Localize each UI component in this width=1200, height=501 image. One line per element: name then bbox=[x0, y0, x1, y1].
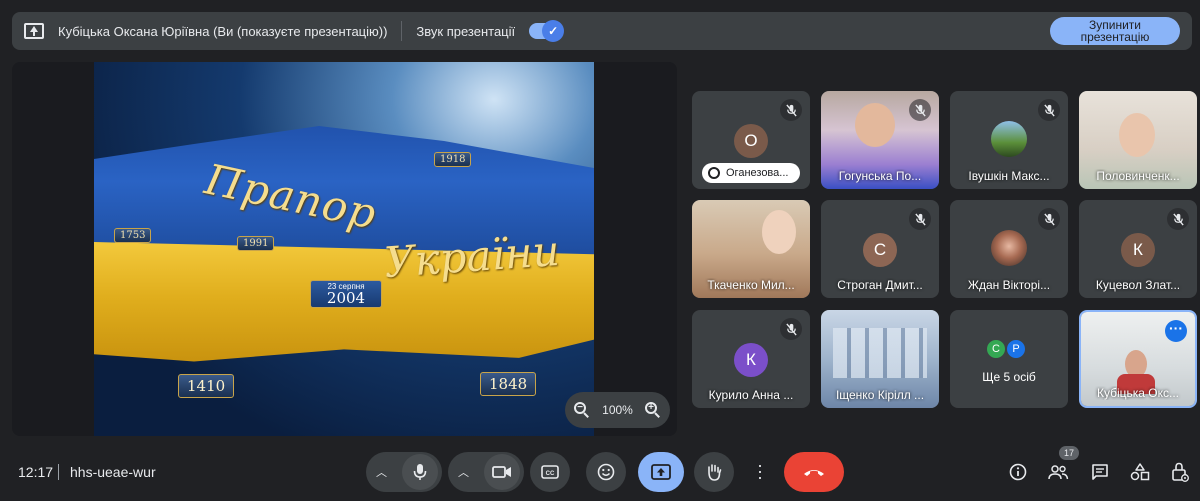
presenting-bar: Кубіцька Оксана Юріївна (Ви (показуєте п… bbox=[12, 12, 1192, 50]
year-plaque: 1753 bbox=[114, 228, 152, 243]
date-plaque-year: 2004 bbox=[326, 289, 366, 307]
participant-tile[interactable]: К Курило Анна ... bbox=[692, 310, 810, 408]
chat-icon[interactable] bbox=[1088, 460, 1112, 484]
participant-name: Куцевол Злат... bbox=[1095, 278, 1181, 292]
participant-tile[interactable]: Половинченк... bbox=[1079, 91, 1197, 189]
participant-face bbox=[855, 103, 895, 147]
phone-hangup-icon bbox=[804, 470, 824, 476]
mic-off-icon bbox=[780, 318, 802, 340]
zoom-in-icon[interactable]: + bbox=[644, 402, 661, 418]
year-plaque: 1848 bbox=[480, 372, 537, 396]
pin-icon bbox=[708, 167, 720, 179]
avatar: Р bbox=[1005, 338, 1027, 360]
others-label: Ще 5 осіб bbox=[982, 370, 1036, 384]
people-icon[interactable] bbox=[1046, 460, 1070, 484]
mic-off-icon bbox=[1038, 99, 1060, 121]
avatar: С bbox=[863, 233, 897, 267]
people-count-badge: 17 bbox=[1059, 446, 1079, 460]
mic-off-icon bbox=[1038, 208, 1060, 230]
camera-icon bbox=[492, 466, 511, 478]
participant-tile[interactable]: К Куцевол Злат... bbox=[1079, 200, 1197, 298]
mic-off-icon bbox=[909, 99, 931, 121]
year-plaque: 1991 bbox=[237, 236, 275, 251]
microphone-control[interactable]: ︿ bbox=[366, 452, 442, 492]
presenter-label: Кубіцька Оксана Юріївна (Ви (показуєте п… bbox=[58, 23, 388, 39]
svg-text:CC: CC bbox=[546, 471, 555, 477]
chevron-up-icon[interactable]: ︿ bbox=[376, 464, 387, 480]
participant-tile[interactable]: Гогунська По... bbox=[821, 91, 939, 189]
participant-tile[interactable]: О Оганезова... bbox=[692, 91, 810, 189]
avatar bbox=[991, 121, 1027, 157]
mic-button[interactable] bbox=[402, 454, 438, 490]
zoom-controls: − 100% + bbox=[565, 392, 670, 428]
participant-face bbox=[762, 210, 796, 254]
self-tile[interactable]: ··· Кубіцька Окс... bbox=[1079, 310, 1197, 408]
participant-name: Гогунська По... bbox=[838, 169, 922, 183]
host-controls-icon[interactable] bbox=[1168, 460, 1192, 484]
more-vert-icon: ··· bbox=[751, 463, 771, 481]
camera-control[interactable]: ︿ bbox=[448, 452, 524, 492]
participant-name-pill: Оганезова... bbox=[702, 163, 800, 183]
participant-tile[interactable]: Ждан Вікторі... bbox=[950, 200, 1068, 298]
present-screen-icon bbox=[651, 464, 671, 480]
year-plaque: 1918 bbox=[434, 152, 472, 167]
meeting-details-icon[interactable] bbox=[1006, 460, 1030, 484]
date-plaque: 23 серпня 2004 bbox=[310, 280, 382, 308]
participant-name: Ждан Вікторі... bbox=[967, 278, 1051, 292]
captions-button[interactable]: CC bbox=[530, 452, 570, 492]
avatar: С bbox=[985, 338, 1007, 360]
presentation-audio-label: Звук презентації bbox=[416, 23, 516, 39]
stop-presenting-button[interactable]: Зупинити презентацію bbox=[1050, 17, 1180, 45]
mic-off-icon bbox=[909, 208, 931, 230]
participant-face bbox=[1119, 113, 1155, 157]
background-building bbox=[833, 328, 927, 378]
zoom-level: 100% bbox=[602, 403, 633, 417]
presentation-stage: Прапор України 1918 1753 1991 1410 1848 … bbox=[12, 62, 677, 436]
participant-name: Ткаченко Мил... bbox=[707, 278, 795, 292]
avatar: К bbox=[1121, 233, 1155, 267]
chevron-up-icon[interactable]: ︿ bbox=[458, 464, 469, 480]
reactions-button[interactable] bbox=[586, 452, 626, 492]
divider bbox=[401, 21, 403, 41]
more-options-button[interactable]: ··· bbox=[746, 452, 776, 492]
presentation-audio-toggle[interactable]: ✓ bbox=[529, 20, 565, 42]
raise-hand-button[interactable] bbox=[694, 452, 734, 492]
avatar: К bbox=[734, 343, 768, 377]
activities-icon[interactable] bbox=[1128, 460, 1152, 484]
participant-name: Оганезова... bbox=[726, 167, 789, 179]
more-options-icon[interactable]: ··· bbox=[1165, 320, 1187, 342]
meeting-time: 12:17 bbox=[18, 464, 54, 480]
participant-name: Івушкін Макс... bbox=[968, 169, 1050, 183]
present-now-button[interactable] bbox=[638, 452, 684, 492]
others-tile[interactable]: С Р Ще 5 осіб bbox=[950, 310, 1068, 408]
camera-button[interactable] bbox=[484, 454, 520, 490]
bottom-toolbar: 12:17 hhs-ueae-wur ︿ ︿ CC ··· 17 bbox=[0, 446, 1200, 501]
leave-call-button[interactable] bbox=[784, 452, 844, 492]
captions-icon: CC bbox=[541, 465, 559, 479]
participant-tile[interactable]: С Строган Дмит... bbox=[821, 200, 939, 298]
avatar bbox=[991, 230, 1027, 266]
year-plaque: 1410 bbox=[178, 374, 235, 398]
participant-name: Строган Дмит... bbox=[837, 278, 923, 292]
mic-off-icon bbox=[780, 99, 802, 121]
emoji-icon bbox=[597, 463, 615, 481]
avatar: О bbox=[734, 124, 768, 158]
participant-name: Курило Анна ... bbox=[708, 388, 794, 402]
others-avatars: С Р bbox=[985, 338, 1027, 360]
participant-name: Іщенко Кірілл ... bbox=[835, 388, 925, 402]
zoom-out-icon[interactable]: − bbox=[574, 402, 590, 418]
mic-icon bbox=[413, 464, 427, 480]
check-icon: ✓ bbox=[542, 20, 565, 42]
hand-icon bbox=[708, 464, 722, 481]
participant-tile[interactable]: Ткаченко Мил... bbox=[692, 200, 810, 298]
meeting-code: hhs-ueae-wur bbox=[70, 464, 156, 480]
divider bbox=[58, 464, 59, 480]
participant-name: Кубіцька Окс... bbox=[1096, 386, 1180, 400]
presentation-slide: Прапор України 1918 1753 1991 1410 1848 … bbox=[94, 62, 594, 436]
present-screen-icon bbox=[24, 23, 44, 39]
participant-tile[interactable]: Іщенко Кірілл ... bbox=[821, 310, 939, 408]
mic-off-icon bbox=[1167, 208, 1189, 230]
participant-tile[interactable]: Івушкін Макс... bbox=[950, 91, 1068, 189]
participant-name: Половинченк... bbox=[1096, 169, 1180, 183]
